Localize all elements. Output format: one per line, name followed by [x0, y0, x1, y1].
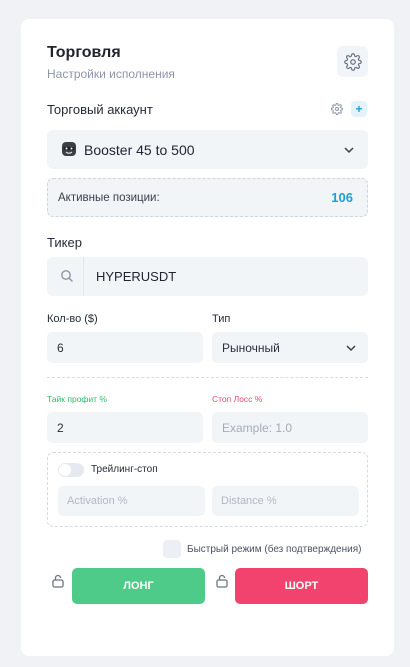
- order-type-label: Тип: [212, 313, 231, 325]
- panel-title: Торговля: [47, 44, 121, 61]
- stop-loss-placeholder: Example: 1.0: [222, 421, 293, 435]
- search-icon: [61, 270, 73, 282]
- activation-placeholder: Activation %: [67, 495, 128, 507]
- order-type-value: Рыночный: [222, 341, 280, 355]
- distance-input[interactable]: Distance %: [212, 486, 359, 516]
- toggle-knob: [59, 464, 71, 476]
- quantity-input[interactable]: 6: [47, 332, 203, 363]
- take-profit-label: Тайк профит %: [47, 394, 107, 404]
- account-label: Торговый аккаунт: [47, 102, 153, 117]
- mask-emoji-icon: [62, 142, 76, 156]
- account-select[interactable]: Booster 45 to 500: [47, 130, 368, 169]
- trailing-stop-box: Трейлинг-стоп Activation % Distance %: [47, 452, 368, 527]
- take-profit-value: 2: [57, 421, 64, 435]
- stop-loss-label: Стоп Лосс %: [212, 394, 263, 404]
- take-profit-input[interactable]: 2: [47, 412, 203, 443]
- settings-icon: [343, 52, 362, 71]
- add-account-button[interactable]: +: [351, 101, 367, 117]
- account-settings-button[interactable]: [330, 102, 343, 115]
- panel-subtitle: Настройки исполнения: [47, 67, 175, 81]
- fast-mode-label: Быстрый режим (без подтверждения): [187, 544, 362, 555]
- quantity-label: Кол-во ($): [47, 313, 98, 325]
- distance-placeholder: Distance %: [221, 495, 277, 507]
- quantity-value: 6: [57, 341, 64, 355]
- stop-loss-input[interactable]: Example: 1.0: [212, 412, 368, 443]
- short-button[interactable]: ШОРТ: [235, 568, 368, 604]
- chevron-down-icon: [346, 345, 356, 352]
- ticker-label: Тикер: [47, 235, 82, 250]
- ticker-input[interactable]: HYPERUSDT: [47, 257, 368, 296]
- order-type-select[interactable]: Рыночный: [212, 332, 368, 363]
- activation-input[interactable]: Activation %: [58, 486, 205, 516]
- ticker-divider: [83, 257, 84, 296]
- small-settings-icon: [330, 102, 343, 115]
- settings-button[interactable]: [337, 46, 368, 77]
- fast-mode-checkbox[interactable]: [163, 540, 181, 558]
- section-divider: [47, 377, 368, 378]
- trading-panel: Торговля Настройки исполнения Торговый а…: [21, 19, 394, 656]
- ticker-value: HYPERUSDT: [96, 269, 177, 284]
- active-positions-label: Активные позиции:: [58, 192, 160, 204]
- active-positions-box: Активные позиции: 106: [47, 178, 368, 217]
- account-select-value: Booster 45 to 500: [84, 142, 195, 158]
- lock-icon[interactable]: [52, 574, 64, 588]
- chevron-down-icon: [344, 147, 354, 154]
- active-positions-count[interactable]: 106: [331, 190, 353, 205]
- long-button[interactable]: ЛОНГ: [72, 568, 205, 604]
- trailing-stop-toggle[interactable]: [58, 463, 84, 477]
- lock-icon[interactable]: [216, 574, 228, 588]
- trailing-stop-label: Трейлинг-стоп: [91, 464, 158, 475]
